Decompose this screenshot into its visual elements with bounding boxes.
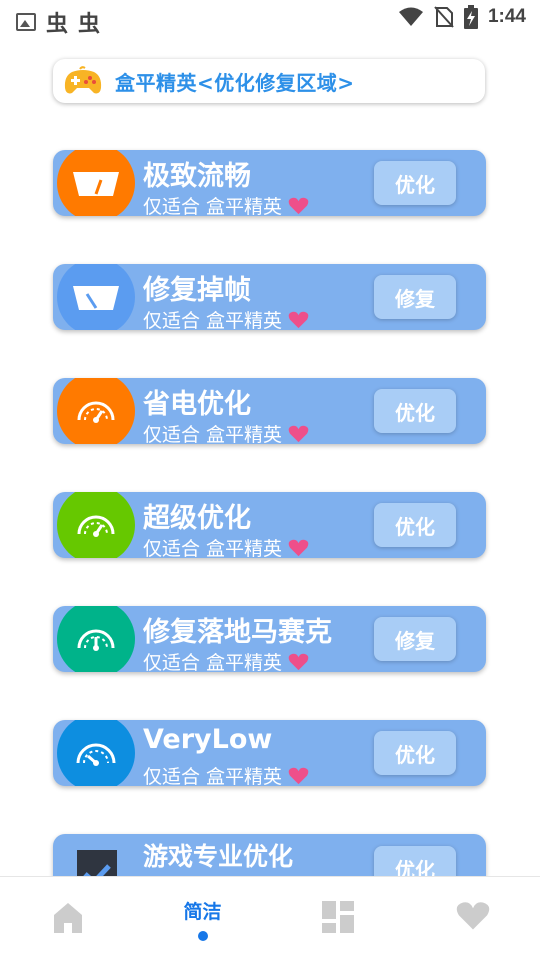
repair-button[interactable]: 修复 [374, 275, 456, 319]
section-title: 盒平精英<优化修复区域> [115, 70, 355, 95]
card-subtitle: 仅适合 盒平精英 [143, 424, 283, 444]
clock: 1:44 [487, 6, 526, 27]
card-subtitle-row: 仅适合 盒平精英 [143, 192, 309, 216]
app-notification-icon: 虫 [46, 12, 69, 37]
card-subtitle: 仅适合 盒平精英 [143, 538, 283, 558]
card-title: 极致流畅 [143, 161, 251, 192]
card-subtitle: 仅适合 盒平精英 [143, 652, 283, 672]
status-bar-right: 1:44 [398, 5, 526, 29]
optimize-card-mosaic-fix: 修复落地马赛克 仅适合 盒平精英 修复 [53, 606, 486, 672]
nav-simple[interactable]: 简洁 [135, 877, 270, 961]
nav-home[interactable] [0, 877, 135, 961]
card-subtitle: 仅适合 盒平精英 [143, 766, 283, 786]
card-subtitle: 仅适合 盒平精英 [143, 196, 283, 216]
speedometer-icon [57, 264, 135, 330]
gauge-icon [57, 492, 135, 558]
heart-icon [288, 653, 309, 670]
card-subtitle-row: 仅适合 盒平精英 [143, 306, 309, 330]
heart-icon [288, 311, 309, 328]
home-icon [53, 903, 82, 933]
image-icon [16, 13, 36, 31]
nav-simple-label: 简洁 [183, 901, 222, 923]
active-indicator-dot [197, 931, 208, 941]
optimize-card-verylow: VeryLow 仅适合 盒平精英 优化 [53, 720, 486, 786]
heart-icon [456, 902, 489, 930]
gauge-icon [57, 720, 135, 786]
card-subtitle-row: 仅适合 盒平精英 [143, 534, 309, 558]
card-title: 游戏专业优化 [143, 842, 294, 871]
battery-charging-icon [463, 5, 478, 29]
optimize-button[interactable]: 优化 [374, 161, 456, 205]
repair-button[interactable]: 修复 [374, 617, 456, 661]
bottom-navigation: 简洁 [0, 876, 540, 961]
section-header: 盒平精英<优化修复区域> [53, 59, 485, 103]
card-subtitle-row: 仅适合 盒平精英 [143, 762, 309, 786]
heart-icon [288, 539, 309, 556]
nav-dashboard[interactable] [270, 877, 405, 961]
card-title: 修复掉帧 [143, 275, 251, 306]
card-subtitle-row: 仅适合 盒平精英 [143, 420, 309, 444]
nav-favorites[interactable] [405, 877, 540, 961]
optimize-card-super: 超级优化 仅适合 盒平精英 优化 [53, 492, 486, 558]
gauge-icon [57, 606, 135, 672]
card-title: 修复落地马赛克 [143, 617, 332, 648]
status-bar-left: 虫 虫 [16, 6, 100, 38]
status-bar: 虫 虫 1:44 [0, 0, 540, 38]
heart-icon [288, 425, 309, 442]
optimize-button[interactable]: 优化 [374, 389, 456, 433]
card-title: 超级优化 [143, 503, 251, 534]
card-title: VeryLow [143, 724, 273, 755]
optimize-button[interactable]: 优化 [374, 503, 456, 547]
gauge-icon [57, 378, 135, 444]
optimize-card-smooth: 极致流畅 仅适合 盒平精英 优化 [53, 150, 486, 216]
card-subtitle: 仅适合 盒平精英 [143, 310, 283, 330]
optimize-card-frame-drop: 修复掉帧 仅适合 盒平精英 修复 [53, 264, 486, 330]
heart-icon [288, 197, 309, 214]
optimize-button[interactable]: 优化 [374, 731, 456, 775]
card-title: 省电优化 [143, 389, 251, 420]
wifi-icon [398, 7, 423, 26]
speedometer-icon [57, 150, 135, 216]
gamepad-icon [64, 66, 102, 94]
heart-icon [288, 767, 309, 784]
dashboard-icon [321, 901, 354, 933]
card-subtitle-row: 仅适合 盒平精英 [143, 648, 309, 672]
no-sim-icon [434, 6, 454, 28]
optimize-card-power-saving: 省电优化 仅适合 盒平精英 优化 [53, 378, 486, 444]
app-notification-icon: 虫 [78, 12, 101, 37]
